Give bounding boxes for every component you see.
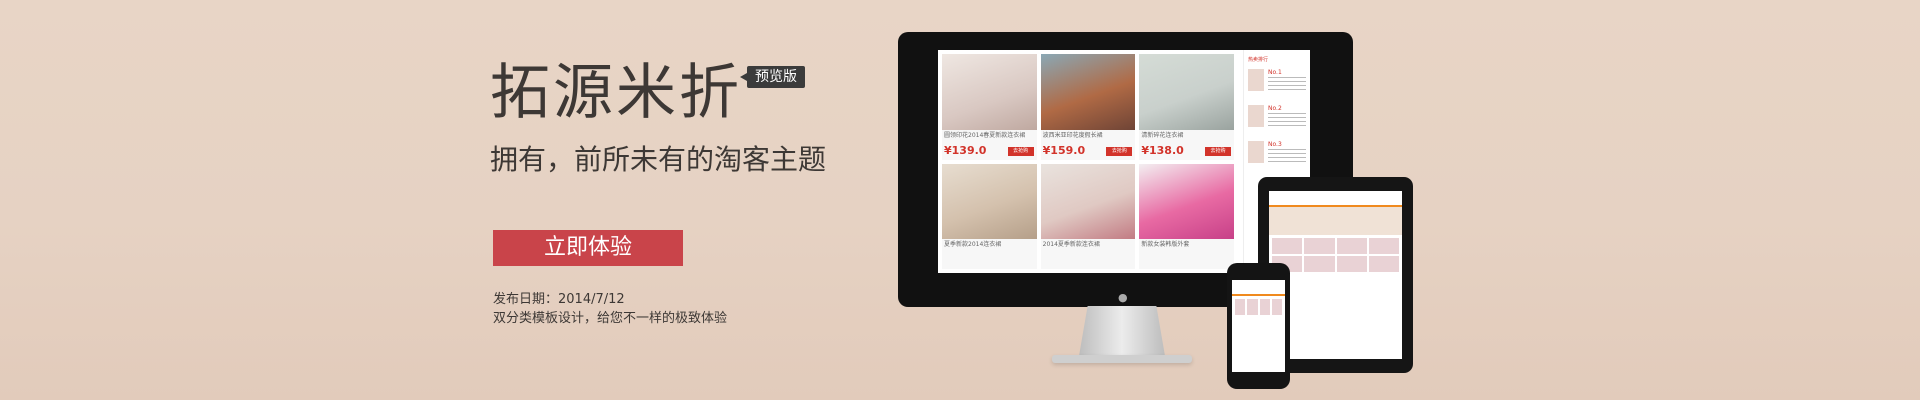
imac-stand-base [1052,355,1192,363]
mini-product-grid [1232,296,1285,318]
ranking-number: No.3 [1268,141,1282,148]
mini-product [1272,238,1303,254]
imac-stand [1079,306,1165,356]
hero-subtitle: 拥有，前所未有的淘客主题 [490,143,827,176]
mini-site-header [1232,280,1285,296]
mini-product [1336,256,1367,272]
hero-text: 拓源米折 预览版 拥有，前所未有的淘客主题 立即体验 发布日期：2014/7/1… [490,58,850,328]
description: 双分类模板设计，给您不一样的极致体验 [493,311,728,326]
ranking-title: 热卖排行 [1248,57,1269,63]
product-title: 清新碎花连衣裙 [1141,131,1184,139]
imac-screen: 圆领印花2014春夏新款连衣裙 ¥139.0 去抢购 波西米亚印花度假长裙 ¥1… [938,50,1310,273]
mini-product [1368,256,1399,272]
buy-button[interactable]: 去抢购 [1106,146,1133,156]
mini-product [1247,299,1258,315]
ranking-item[interactable]: No.3 [1248,141,1307,173]
ranking-thumb [1248,105,1264,127]
product-image [1040,54,1136,130]
ranking-number: No.1 [1268,69,1282,76]
ranking-thumb [1248,69,1264,91]
ranking-thumb [1248,141,1264,163]
ranking-item[interactable]: No.2 [1248,105,1307,137]
hero-title: 拓源米折 [490,58,742,128]
ranking-text [1268,149,1306,163]
product-title: 夏季新款2014连衣裙 [944,241,1002,249]
mini-product [1235,299,1246,315]
ranking-item[interactable]: No.1 [1248,69,1307,101]
product-price: ¥159.0 [1042,143,1086,157]
iphone-screen [1232,280,1285,372]
release-date: 发布日期：2014/7/12 [493,292,625,307]
product-title: 新款女装韩版外套 [1141,241,1190,249]
try-now-button[interactable]: 立即体验 [493,230,683,266]
mini-product [1271,299,1282,315]
product-card[interactable]: 夏季新款2014连衣裙 [942,163,1037,269]
product-title: 圆领印花2014春夏新款连衣裙 [944,131,1026,139]
mini-product [1259,299,1270,315]
product-title: 波西米亚印花度假长裙 [1042,131,1103,139]
mini-product [1368,238,1399,254]
iphone-device [1227,263,1290,389]
buy-button[interactable]: 去抢购 [1204,146,1231,156]
mini-site-banner [1269,207,1402,235]
ranking-number: No.2 [1268,105,1282,112]
mini-product [1304,238,1335,254]
product-image [942,54,1037,130]
ranking-text [1268,77,1306,91]
product-image [1139,163,1234,240]
product-card[interactable]: 清新碎花连衣裙 ¥138.0 去抢购 [1139,54,1234,160]
product-price: ¥138.0 [1141,143,1184,157]
mini-product [1304,256,1335,272]
preview-badge: 预览版 [740,66,805,88]
product-grid: 圆领印花2014春夏新款连衣裙 ¥139.0 去抢购 波西米亚印花度假长裙 ¥1… [938,50,1238,273]
product-title: 2014夏季新款连衣裙 [1042,241,1100,249]
product-card[interactable]: 波西米亚印花度假长裙 ¥159.0 去抢购 [1040,54,1136,160]
product-image [1040,163,1136,240]
product-image [942,163,1037,240]
product-price: ¥139.0 [944,143,987,157]
ranking-text [1268,113,1306,127]
product-card[interactable]: 圆领印花2014春夏新款连衣裙 ¥139.0 去抢购 [942,54,1037,160]
mini-product [1336,238,1367,254]
product-card[interactable]: 新款女装韩版外套 [1139,163,1234,269]
mini-site-header [1269,191,1402,207]
product-card[interactable]: 2014夏季新款连衣裙 [1040,163,1136,269]
buy-button[interactable]: 去抢购 [1007,146,1034,156]
apple-logo-icon: ● [1118,291,1128,304]
product-image [1139,54,1234,130]
